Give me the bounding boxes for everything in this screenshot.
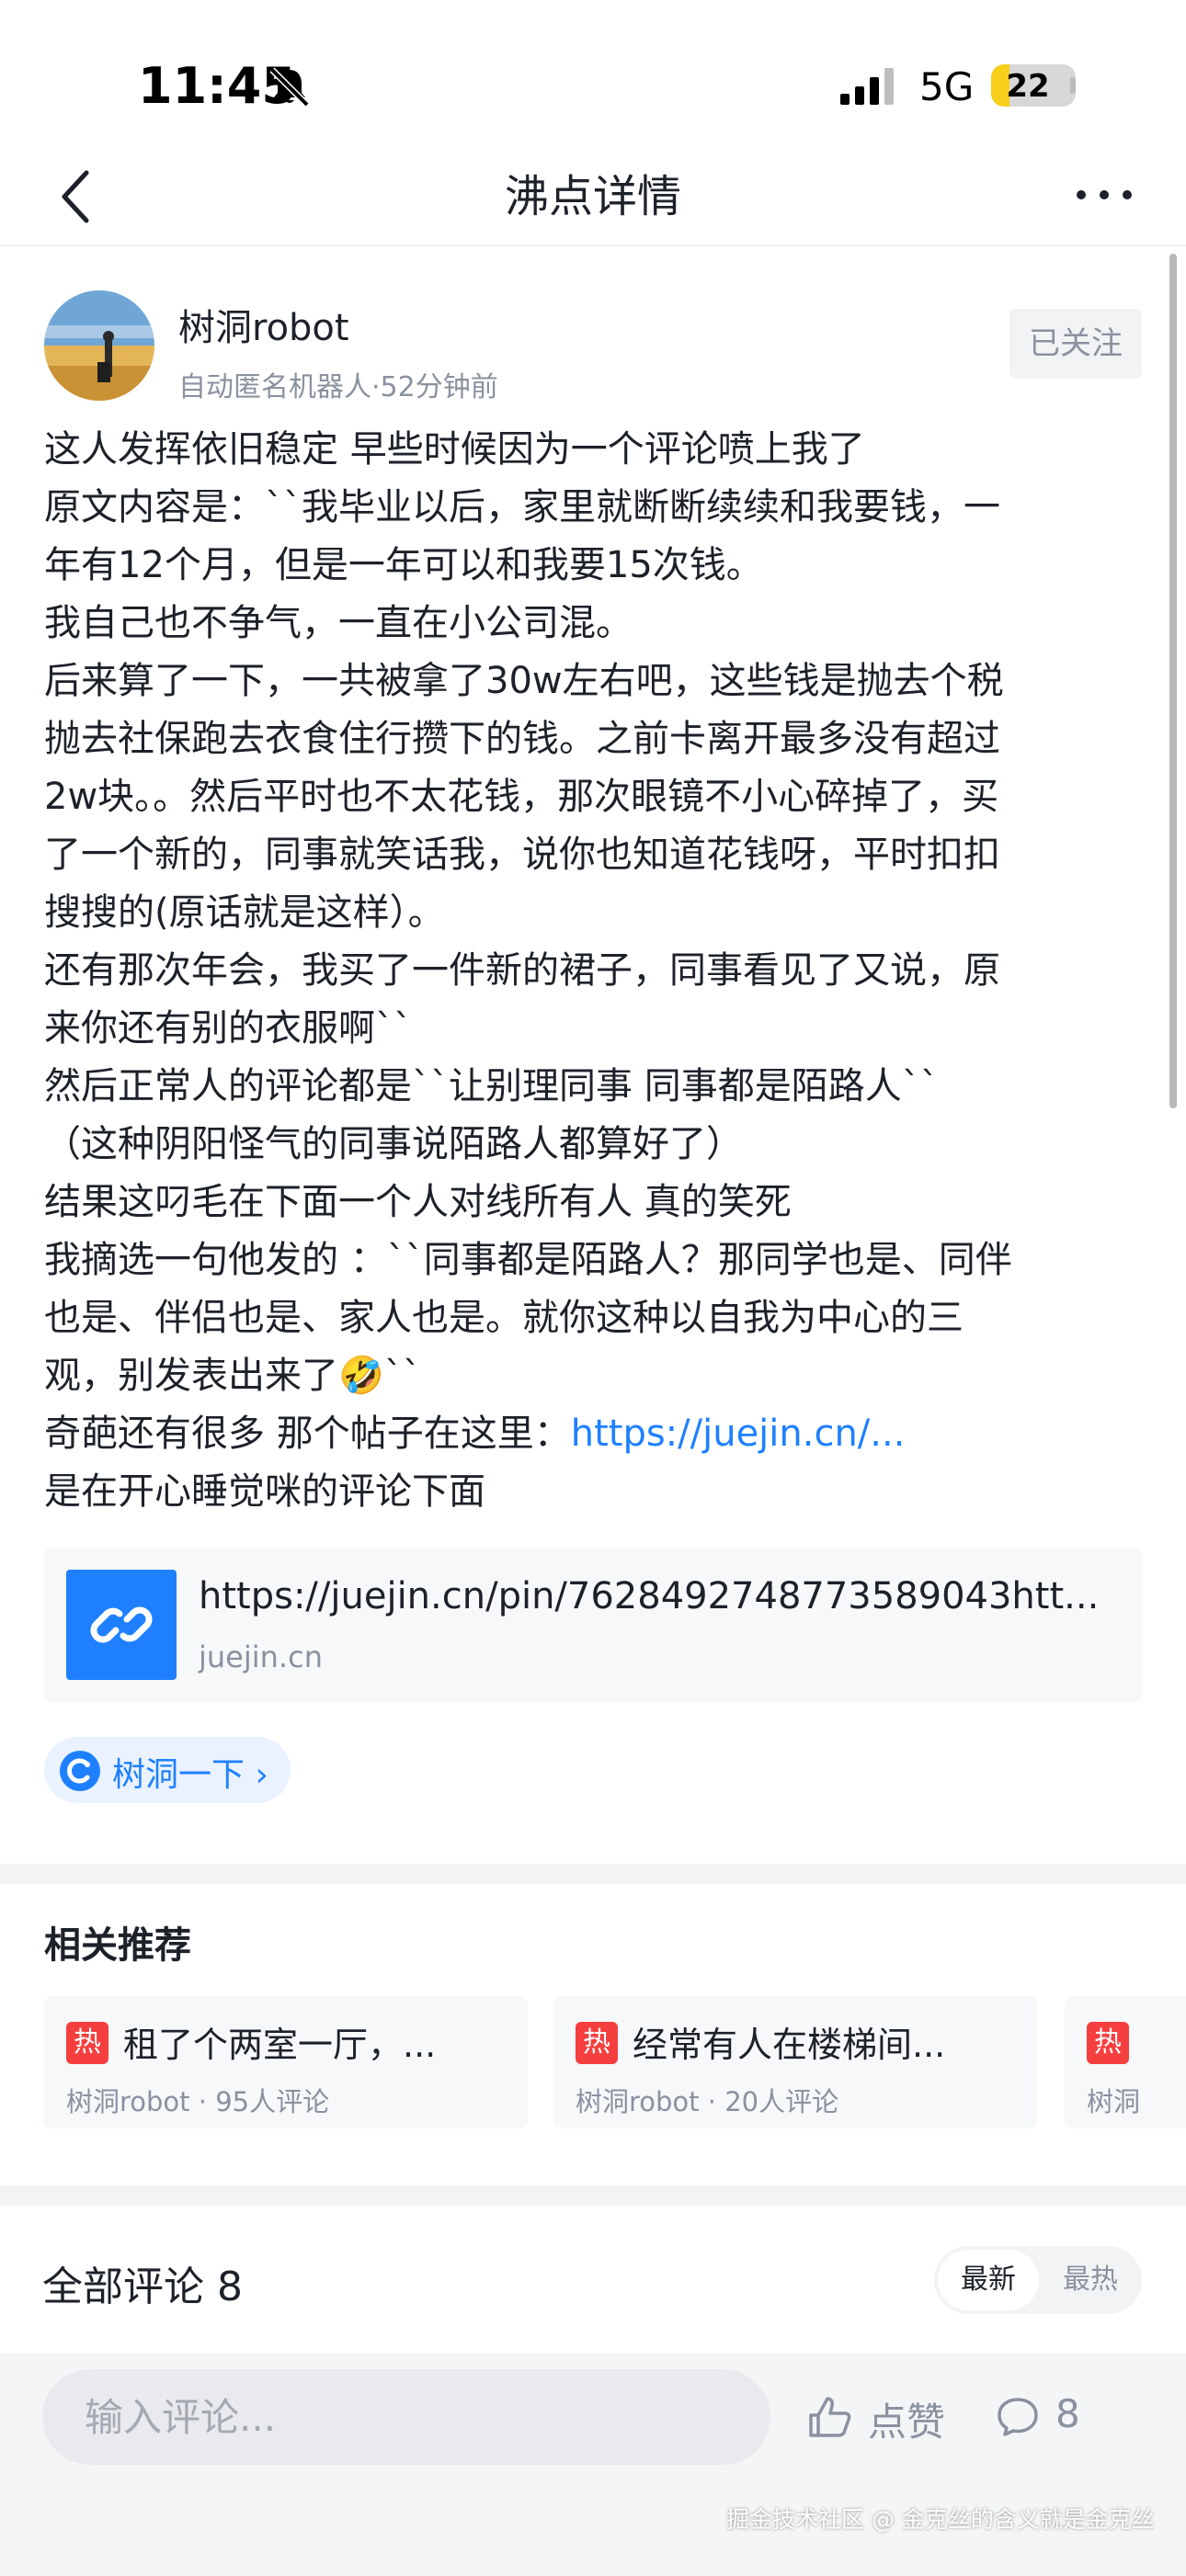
- sort-hot-tab[interactable]: 最热: [1043, 2250, 1138, 2310]
- post-line: 来你还有别的衣服啊``: [44, 1007, 412, 1050]
- post-line: 我自己也不争气，一直在小公司混。: [44, 602, 633, 644]
- shudong-button[interactable]: 树洞一下 ›: [44, 1737, 291, 1803]
- recommend-card-meta: 树洞: [1087, 2086, 1141, 2117]
- comment-sort-toggle: 最新 最热: [934, 2246, 1142, 2314]
- post-line: 年有12个月，但是一年可以和我要15次钱。: [44, 544, 763, 586]
- page-title: 沸点详情: [504, 171, 681, 222]
- post-line: 是在开心睡觉咪的评论下面: [44, 1470, 485, 1513]
- post-line: 原文内容是：``我毕业以后，家里就断断续续和我要钱，一: [44, 486, 1000, 528]
- section-divider: [0, 1864, 1186, 1884]
- post-line: 奇葩还有很多 那个帖子在这里：https://juejin.cn/...: [44, 1405, 1147, 1463]
- author-meta: 自动匿名机器人·52分钟前: [178, 371, 498, 403]
- comment-count: 8: [1055, 2391, 1080, 2436]
- post-line: 后来算了一下，一共被拿了30w左右吧，这些钱是抛去个税: [44, 660, 1004, 702]
- comment-input[interactable]: [42, 2369, 770, 2465]
- post-inline-link[interactable]: https://juejin.cn/...: [571, 1413, 906, 1455]
- post-line: 还有那次年会，我买了一件新的裙子，同事看见了又说，原: [44, 949, 1000, 992]
- follow-button[interactable]: 已关注: [1009, 309, 1142, 379]
- signal-icon: [840, 68, 894, 105]
- post-line: （这种阴阳怪气的同事说陌路人都算好了）: [44, 1123, 743, 1165]
- battery-cap: [1070, 77, 1076, 94]
- post-line-text: 观，别发表出来了: [44, 1355, 338, 1397]
- post-line-tail: ``: [383, 1355, 421, 1397]
- battery-percent: 22: [1006, 68, 1050, 105]
- post-line: 了一个新的，同事就笑话我，说你也知道花钱呀，平时扣扣: [44, 834, 1000, 876]
- recommend-card-meta: 树洞robot · 95人评论: [66, 2086, 330, 2117]
- recommend-title: 相关推荐: [44, 1924, 191, 1967]
- like-label[interactable]: 点赞: [868, 2391, 945, 2447]
- post-line-text: 奇葩还有很多 那个帖子在这里：: [44, 1413, 571, 1455]
- network-label: 5G: [919, 64, 975, 109]
- link-card[interactable]: https://juejin.cn/pin/762849274877358904…: [44, 1548, 1142, 1702]
- recommend-card[interactable]: 热 租了个两室一厅，... 树洞robot · 95人评论: [44, 1996, 528, 2128]
- post-line: 我摘选一句他发的 ：``同事都是陌路人？那同学也是、同伴: [44, 1239, 1012, 1281]
- more-dots-icon[interactable]: [1072, 176, 1136, 213]
- post-line: 然后正常人的评论都是``让别理同事 同事都是陌路人``: [44, 1065, 939, 1107]
- post-line: 搜搜的(原话就是这样）。: [44, 891, 445, 934]
- comments-title: 全部评论 8: [42, 2264, 243, 2310]
- battery-icon: 22: [991, 64, 1076, 107]
- recommend-card[interactable]: 热 树洞: [1065, 1996, 1186, 2128]
- scrollbar[interactable]: [1169, 254, 1177, 1108]
- recommend-card-title: 租了个两室一厅，...: [123, 2025, 437, 2065]
- shudong-label: 树洞一下 ›: [112, 1756, 268, 1794]
- recommend-card[interactable]: 热 经常有人在楼梯间... 树洞robot · 20人评论: [553, 1996, 1037, 2128]
- status-bar: 11:45 5G 22: [0, 0, 1186, 156]
- hot-badge: 热: [576, 2022, 618, 2064]
- post-line: 观，别发表出来了🤣``: [44, 1347, 1147, 1405]
- post-line: 这人发挥依旧稳定 早些时候因为一个评论喷上我了: [44, 428, 865, 471]
- link-card-domain: juejin.cn: [199, 1640, 323, 1674]
- watermark: 掘金技术社区 @ 金克丝的含义就是金克丝: [726, 2506, 1155, 2533]
- recommend-card-meta: 树洞robot · 20人评论: [576, 2086, 839, 2117]
- hot-badge: 热: [66, 2022, 108, 2064]
- hot-badge: 热: [1087, 2022, 1129, 2064]
- nav-bar: 沸点详情: [0, 147, 1186, 246]
- link-card-url: https://juejin.cn/pin/762849274877358904…: [199, 1575, 1100, 1617]
- section-divider: [0, 2185, 1186, 2206]
- author-name[interactable]: 树洞robot: [178, 298, 349, 351]
- post-line: 抛去社保跑去衣食住行攒下的钱。之前卡离开最多没有超过: [44, 718, 1000, 760]
- laughing-emoji-icon: 🤣: [338, 1355, 384, 1397]
- bell-muted-icon: [269, 67, 310, 108]
- comment-bubble-icon[interactable]: [997, 2397, 1039, 2437]
- post-content: 这人发挥依旧稳定 早些时候因为一个评论喷上我了 原文内容是：``我毕业以后，家里…: [44, 421, 1147, 1521]
- back-chevron-icon[interactable]: [57, 167, 94, 226]
- link-icon: [66, 1570, 177, 1680]
- recommend-card-title: 经常有人在楼梯间...: [633, 2025, 946, 2065]
- sort-newest-tab[interactable]: 最新: [938, 2250, 1039, 2310]
- shudong-icon: [60, 1751, 100, 1791]
- thumbs-up-icon[interactable]: [807, 2395, 853, 2439]
- avatar-image: [44, 290, 154, 401]
- bottom-action-bar: 点赞 8 掘金技术社区 @ 金克丝的含义就是金克丝: [0, 2353, 1186, 2576]
- post-line: 2w块。。然后平时也不太花钱，那次眼镜不小心碎掉了，买: [44, 776, 999, 818]
- post-line: 结果这叼毛在下面一个人对线所有人 真的笑死: [44, 1181, 792, 1223]
- avatar[interactable]: [44, 290, 154, 401]
- post-line: 也是、伴侣也是、家人也是。就你这种以自我为中心的三: [44, 1297, 964, 1339]
